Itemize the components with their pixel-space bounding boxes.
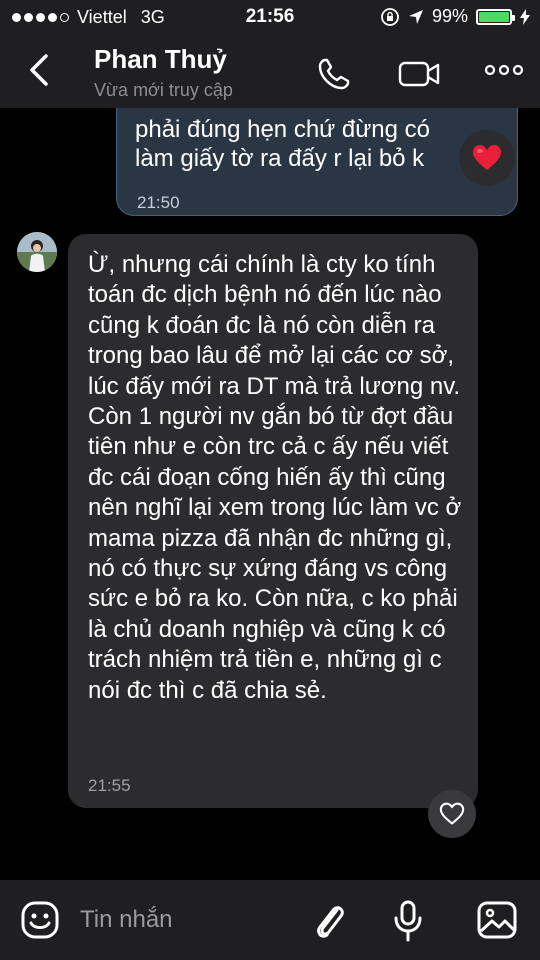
- incoming-message[interactable]: Ừ, nhưng cái chính là cty ko tính toán đ…: [68, 234, 478, 808]
- heart-reaction[interactable]: [459, 130, 515, 186]
- microphone-icon[interactable]: [392, 900, 424, 942]
- outgoing-message-time: 21:50: [137, 193, 180, 212]
- avatar-photo: [17, 232, 57, 272]
- contact-name[interactable]: Phan Thuỷ: [94, 44, 227, 75]
- image-icon[interactable]: [476, 900, 518, 940]
- outgoing-message-text: phải đúng hẹn chứ đừng có làm giấy tờ ra…: [135, 116, 431, 172]
- heart-outline-icon: [439, 802, 465, 825]
- incoming-message-time: 21:55: [88, 776, 131, 795]
- contact-status: Vừa mới truy cập: [94, 80, 233, 100]
- more-options-icon[interactable]: [484, 62, 524, 78]
- message-list[interactable]: phải đúng hẹn chứ đừng có làm giấy tờ ra…: [0, 108, 540, 880]
- outgoing-message[interactable]: phải đúng hẹn chứ đừng có làm giấy tờ ra…: [116, 108, 518, 216]
- message-input[interactable]: [80, 900, 290, 940]
- charging-bolt-icon: [520, 8, 530, 25]
- attachment-icon[interactable]: [310, 900, 348, 940]
- emoji-icon[interactable]: [20, 900, 60, 940]
- back-chevron-icon[interactable]: [22, 50, 58, 90]
- video-camera-icon[interactable]: [398, 56, 442, 92]
- react-button[interactable]: [428, 790, 476, 838]
- incoming-message-text: Ừ, nhưng cái chính là cty ko tính toán đ…: [88, 251, 462, 704]
- heart-icon: [473, 145, 501, 170]
- chat-header: Phan Thuỷ Vừa mới truy cập: [0, 36, 540, 108]
- battery-percent: 99%: [431, 6, 468, 26]
- battery-icon: [476, 8, 515, 25]
- message-composer: [0, 880, 540, 960]
- phone-icon[interactable]: [316, 56, 352, 92]
- status-bar: Viettel 3G 21:56 99%: [0, 0, 540, 36]
- avatar[interactable]: [17, 232, 57, 272]
- location-arrow-icon: [408, 9, 423, 24]
- status-right: 99%: [380, 6, 530, 27]
- orientation-lock-icon: [381, 7, 399, 26]
